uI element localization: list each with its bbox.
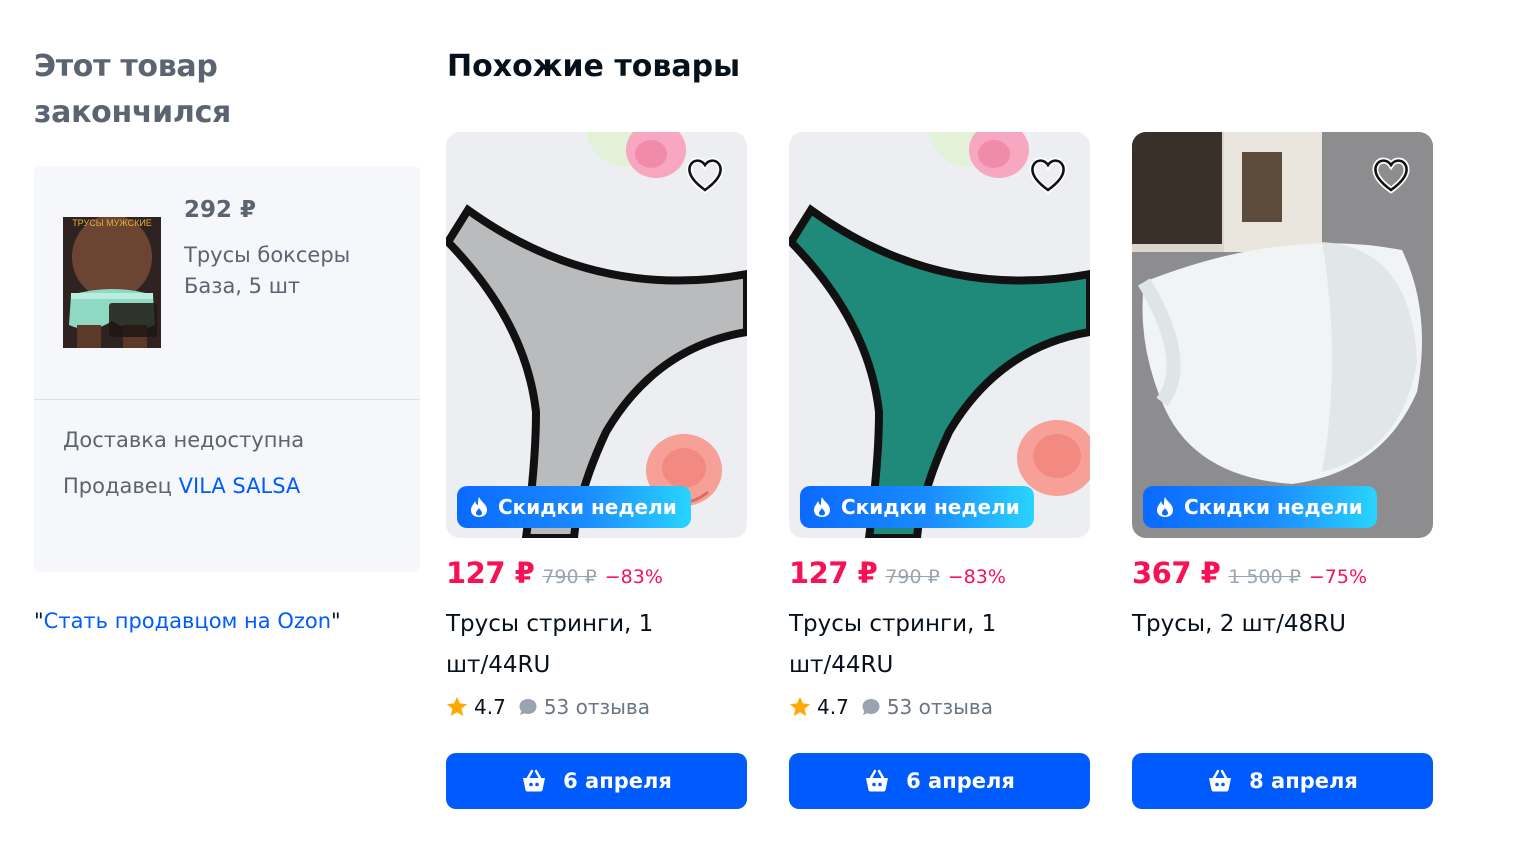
discount-percent: −83%	[947, 566, 1006, 588]
rating-row[interactable]: 4.7 53 отзыва	[789, 695, 993, 719]
price-row: 127 ₽ 790 ₽ −83%	[789, 556, 1006, 590]
add-to-cart-button[interactable]: 6 апреля	[789, 753, 1090, 809]
out-of-stock-title: Этот товар закончился	[34, 49, 232, 130]
product-panel: ТРУСЫ МУЖСКИЕ 292 ₽ Трусы боксеры База, …	[34, 166, 420, 572]
boxers-image	[63, 217, 161, 348]
delivery-date[interactable]: 6 апреля	[906, 769, 1015, 793]
become-seller-link[interactable]: Стать продавцом на Ozon	[44, 609, 331, 633]
basket-icon	[523, 769, 546, 792]
out-of-stock-section: Этот товар закончился ТРУСЫ МУЖСКИЕ 292 …	[34, 44, 420, 633]
seller-label: Продавец	[63, 474, 172, 498]
discount-percent: −83%	[604, 566, 663, 588]
current-price: 367 ₽	[1132, 556, 1221, 590]
fire-icon	[471, 497, 487, 517]
delivery-date[interactable]: 8 апреля	[1249, 769, 1358, 793]
similar-products-title: Похожие товары	[447, 49, 741, 84]
reviews-count: 53 отзыва	[543, 695, 650, 719]
product-thumbnail[interactable]: ТРУСЫ МУЖСКИЕ	[63, 217, 161, 348]
delivery-status: Доставка недоступна	[63, 428, 305, 452]
rating-row[interactable]: 4.7 53 отзыва	[446, 695, 650, 719]
heart-icon[interactable]	[1028, 156, 1068, 194]
add-to-cart-button[interactable]: 8 апреля	[1132, 753, 1433, 809]
rating-value: 4.7	[817, 695, 849, 719]
heart-icon[interactable]	[1371, 156, 1411, 194]
product-title[interactable]: Трусы стринги, 1 шт/44RU	[446, 604, 706, 686]
product-card[interactable]: Скидки недели 367 ₽ 1 500 ₽ −75% Трусы, …	[1132, 132, 1433, 822]
product-image[interactable]: Скидки недели	[1132, 132, 1433, 538]
delivery-date[interactable]: 6 апреля	[563, 769, 672, 793]
star-icon	[790, 697, 810, 716]
weekly-discount-badge: Скидки недели	[457, 486, 691, 528]
product-card[interactable]: Скидки недели 127 ₽ 790 ₽ −83% Трусы стр…	[446, 132, 747, 822]
product-name[interactable]: Трусы боксеры База, 5 шт	[184, 240, 404, 302]
fire-icon	[814, 497, 830, 517]
panel-divider	[34, 399, 420, 400]
weekly-discount-badge: Скидки недели	[1143, 486, 1377, 528]
old-price: 1 500 ₽	[1228, 566, 1301, 588]
add-to-cart-button[interactable]: 6 апреля	[446, 753, 747, 809]
product-image[interactable]: Скидки недели	[789, 132, 1090, 538]
basket-icon	[866, 769, 889, 792]
chat-bubble-icon	[862, 699, 880, 715]
old-price: 790 ₽	[542, 566, 597, 588]
rating-value: 4.7	[474, 695, 506, 719]
price-row: 127 ₽ 790 ₽ −83%	[446, 556, 663, 590]
reviews-count: 53 отзыва	[886, 695, 993, 719]
discount-percent: −75%	[1308, 566, 1367, 588]
product-image[interactable]: Скидки недели	[446, 132, 747, 538]
price-row: 367 ₽ 1 500 ₽ −75%	[1132, 556, 1367, 590]
product-title[interactable]: Трусы стринги, 1 шт/44RU	[789, 604, 1049, 686]
basket-icon	[1209, 769, 1232, 792]
become-seller-text: "Стать продавцом на Ozon"	[34, 609, 341, 633]
seller-link[interactable]: VILA SALSA	[179, 474, 301, 498]
product-card[interactable]: Скидки недели 127 ₽ 790 ₽ −83% Трусы стр…	[789, 132, 1090, 822]
weekly-discount-badge: Скидки недели	[800, 486, 1034, 528]
product-title[interactable]: Трусы, 2 шт/48RU	[1132, 604, 1392, 645]
product-price: 292 ₽	[184, 197, 257, 223]
old-price: 790 ₽	[885, 566, 940, 588]
seller-info: Продавец VILA SALSA	[63, 474, 300, 498]
fire-icon	[1157, 497, 1173, 517]
chat-bubble-icon	[519, 699, 537, 715]
current-price: 127 ₽	[446, 556, 535, 590]
current-price: 127 ₽	[789, 556, 878, 590]
heart-icon[interactable]	[685, 156, 725, 194]
star-icon	[447, 697, 467, 716]
